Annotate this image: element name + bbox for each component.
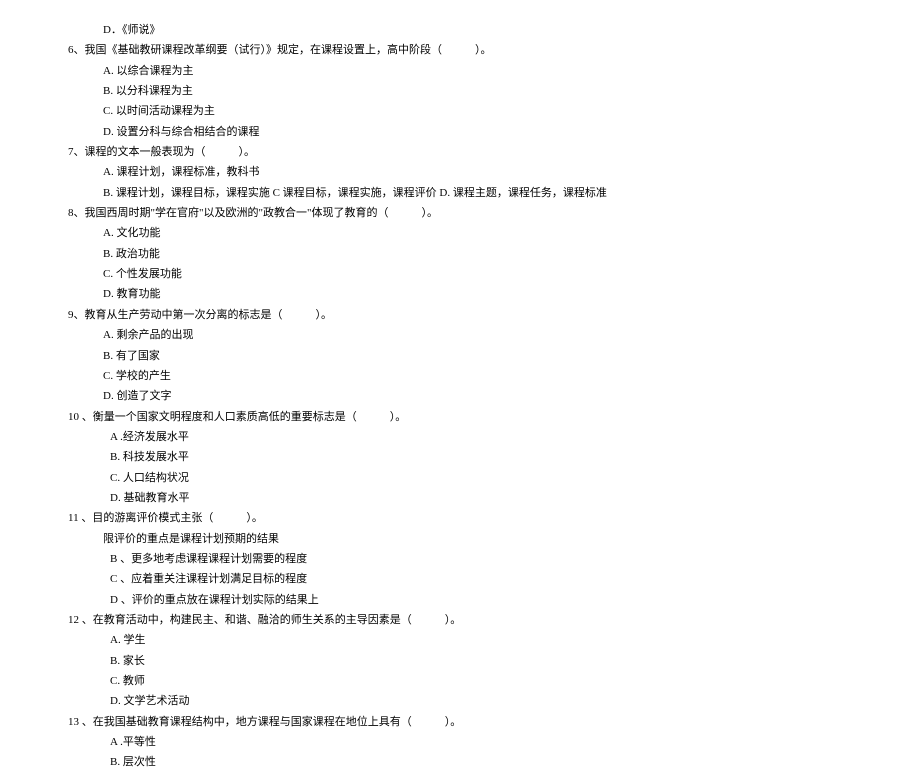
question-line: 13 、在我国基础教育课程结构中，地方课程与国家课程在地位上具有（ ）。 <box>68 712 852 732</box>
option-line: C. 个性发展功能 <box>68 264 852 284</box>
option-line: B 、更多地考虑课程课程计划需要的程度 <box>68 549 852 569</box>
option-line: C. 学校的产生 <box>68 366 852 386</box>
option-line: B. 家长 <box>68 651 852 671</box>
question-line: 8、我国西周时期"学在官府"以及欧洲的"政教合一"体现了教育的（ ）。 <box>68 203 852 223</box>
option-line: B. 政治功能 <box>68 244 852 264</box>
option-line: A. 剩余产品的出现 <box>68 325 852 345</box>
option-line: A. 以综合课程为主 <box>68 61 852 81</box>
option-line: A .经济发展水平 <box>68 427 852 447</box>
option-line: C. 以时间活动课程为主 <box>68 101 852 121</box>
option-line: B. 有了国家 <box>68 346 852 366</box>
option-line: C 、应着重关注课程计划满足目标的程度 <box>68 569 852 589</box>
option-line: C. 教师 <box>68 671 852 691</box>
option-line: D. 文学艺术活动 <box>68 691 852 711</box>
option-line: D. 基础教育水平 <box>68 488 852 508</box>
option-line: A. 文化功能 <box>68 223 852 243</box>
option-line: A. 学生 <box>68 630 852 650</box>
option-line: D. 创造了文字 <box>68 386 852 406</box>
option-line: A .平等性 <box>68 732 852 752</box>
option-line: D. 教育功能 <box>68 284 852 304</box>
option-line: B. 课程计划，课程目标，课程实施 C 课程目标，课程实施，课程评价 D. 课程… <box>68 183 852 203</box>
option-line: 限评价的重点是课程计划预期的结果 <box>68 529 852 549</box>
question-line: 7、课程的文本一般表现为（ ）。 <box>68 142 852 162</box>
option-line: B. 层次性 <box>68 752 852 772</box>
option-line: A. 课程计划，课程标准，教科书 <box>68 162 852 182</box>
question-line: 9、教育从生产劳动中第一次分离的标志是（ ）。 <box>68 305 852 325</box>
question-line: 6、我国《基础教研课程改革纲要（试行）》规定，在课程设置上，高中阶段（ ）。 <box>68 40 852 60</box>
option-line: D. 设置分科与综合相结合的课程 <box>68 122 852 142</box>
option-line: C. 人口结构状况 <box>68 468 852 488</box>
question-line: 11 、目的游离评价模式主张（ ）。 <box>68 508 852 528</box>
option-line: D．《师说》 <box>68 20 852 40</box>
option-line: D 、评价的重点放在课程计划实际的结果上 <box>68 590 852 610</box>
question-line: 12 、在教育活动中，构建民主、和谐、融洽的师生关系的主导因素是（ ）。 <box>68 610 852 630</box>
option-line: B. 以分科课程为主 <box>68 81 852 101</box>
question-line: 10 、衡量一个国家文明程度和人口素质高低的重要标志是（ ）。 <box>68 407 852 427</box>
option-line: B. 科技发展水平 <box>68 447 852 467</box>
